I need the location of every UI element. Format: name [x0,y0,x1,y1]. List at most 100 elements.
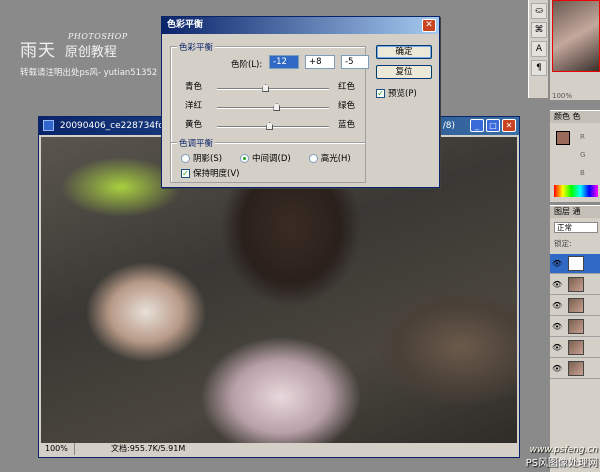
photoshop-doc-icon [43,120,54,131]
layers-panel-tab[interactable]: 图层 通 [550,206,600,218]
layer-thumbnail [568,277,584,292]
slider-right-label: 绿色 [337,101,355,111]
channel-r-label: R [580,133,585,141]
close-icon[interactable]: ✕ [502,119,516,132]
slider-thumb[interactable] [262,84,270,92]
type-tool-icon[interactable]: A [531,41,547,57]
color-balance-dialog: 色彩平衡 ✕ 色彩平衡 色阶(L): -12 +8 -5 青色 红色 洋红 绿色… [161,16,440,188]
slider-cyan-red[interactable]: 青色 红色 [185,80,355,92]
eye-icon[interactable]: 👁 [552,322,562,331]
stamp-tool-icon[interactable]: ⛀ [531,3,547,19]
navigator-panel: 100% [550,0,600,100]
watermark: 雨天 PHOTOSHOP 原创教程 转载请注明出处ps风- yutian5135… [20,32,157,78]
layers-tab-label: 图层 [554,207,570,216]
document-title-suffix: /8) [442,121,455,131]
layer-row[interactable]: 👁 [550,275,600,295]
layer-thumbnail [568,340,584,355]
layers-panel: 图层 通 正常 锁定: 👁 👁 👁 👁 👁 👁 [550,205,600,472]
slider-thumb[interactable] [273,103,281,111]
tone-balance-group: 色调平衡 阴影(S) 中间调(D) 高光(H) ✓ 保持明度(V) [170,137,366,183]
eye-icon[interactable]: 👁 [552,343,562,352]
status-zoom[interactable]: 100% [45,443,75,455]
tool-strip: ⛀ ⌘ A ¶ [528,0,548,98]
minimize-icon[interactable]: _ [470,119,484,132]
radio-dot[interactable] [308,153,318,163]
ok-button[interactable]: 确定 [376,45,432,59]
layer-row[interactable]: 👁 [550,317,600,337]
watermark-brand2: 原创教程 [64,45,117,60]
preserve-luminosity-checkbox[interactable]: ✓ 保持明度(V) [181,167,239,179]
eye-icon[interactable]: 👁 [552,259,562,268]
eye-icon[interactable]: 👁 [552,301,562,310]
preview-label: 预览(P) [388,89,417,99]
slider-left-label: 青色 [185,82,203,92]
layer-row[interactable]: 👁 [550,338,600,358]
slider-right-label: 蓝色 [337,120,355,130]
blend-mode-select[interactable]: 正常 [554,222,598,233]
channels-tab-label: 通 [572,207,581,216]
level-input-yellow-blue[interactable]: -5 [341,55,369,69]
color-tab2-label: 色 [572,112,581,121]
levels-label: 色阶(L): [231,60,263,70]
status-doc-size: 文档:955.7K/5.91M [111,444,186,453]
channel-g-label: G [580,151,586,159]
dialog-title[interactable]: 色彩平衡 [162,17,439,34]
layer-row[interactable]: 👁 [550,296,600,316]
radio-midtones[interactable]: 中间调(D) [240,152,291,164]
layer-row[interactable]: 👁 [550,359,600,379]
slider-track[interactable] [217,107,329,109]
channel-b-label: B [580,169,585,177]
document-title: 20090406_ce228734fce [59,121,169,131]
slider-right-label: 红色 [337,82,355,92]
color-tab-label: 颜色 [554,112,570,121]
watermark-brand: 雨天 [20,41,56,61]
history-tool-icon[interactable]: ⌘ [531,22,547,38]
watermark-photoshop: PHOTOSHOP [68,32,128,41]
layer-thumbnail [568,319,584,334]
maximize-icon[interactable]: □ [486,119,500,132]
radio-highlights[interactable]: 高光(H) [308,152,351,164]
eye-icon[interactable]: 👁 [552,364,562,373]
tone-balance-group-label: 色调平衡 [177,137,216,149]
watermark-notice: 转载请注明出处ps风- yutian51352 [20,68,158,78]
dialog-close-icon[interactable]: ✕ [422,19,436,32]
layer-thumbnail [568,361,584,376]
slider-yellow-blue[interactable]: 黄色 蓝色 [185,118,355,130]
check-icon[interactable]: ✓ [181,168,190,178]
check-icon[interactable]: ✓ [376,88,385,98]
color-balance-group: 色彩平衡 色阶(L): -12 +8 -5 青色 红色 洋红 绿色 黄色 蓝色 [170,41,369,144]
slider-left-label: 洋红 [185,101,203,111]
level-input-cyan-red[interactable]: -12 [269,55,299,69]
lock-label: 锁定: [554,239,572,248]
navigator-thumbnail[interactable] [552,0,600,72]
site-url: www.psfeng.cn [529,445,598,455]
color-balance-group-label: 色彩平衡 [177,41,216,53]
slider-track[interactable] [217,88,329,90]
paragraph-tool-icon[interactable]: ¶ [531,60,547,76]
site-name: PS风图像处理网 [525,458,598,469]
layer-thumbnail [568,256,584,271]
layer-thumbnail [568,298,584,313]
color-spectrum[interactable] [554,185,598,197]
slider-magenta-green[interactable]: 洋红 绿色 [185,99,355,111]
preserve-luminosity-label: 保持明度(V) [193,169,240,179]
slider-left-label: 黄色 [185,120,203,130]
color-panel-tab[interactable]: 颜色 色 [550,111,600,123]
radio-dot[interactable] [181,153,190,163]
radio-shadows[interactable]: 阴影(S) [181,152,222,164]
radio-label: 中间调(D) [252,154,291,164]
navigator-zoom[interactable]: 100% [552,92,572,100]
layer-row[interactable]: 👁 [550,254,600,274]
preview-checkbox[interactable]: ✓ 预览(P) [376,87,417,99]
radio-dot[interactable] [240,153,250,163]
color-panel: 颜色 色 R G B [550,110,600,202]
radio-label: 阴影(S) [193,154,223,164]
slider-thumb[interactable] [266,122,274,130]
foreground-color-swatch[interactable] [556,131,570,145]
eye-icon[interactable]: 👁 [552,280,562,289]
site-watermark: www.psfeng.cn PS风图像处理网 [526,444,598,470]
document-statusbar: 100% 文档:955.7K/5.91M [41,443,517,455]
level-input-magenta-green[interactable]: +8 [305,55,335,69]
reset-button[interactable]: 复位 [376,65,432,79]
radio-label: 高光(H) [320,154,351,164]
